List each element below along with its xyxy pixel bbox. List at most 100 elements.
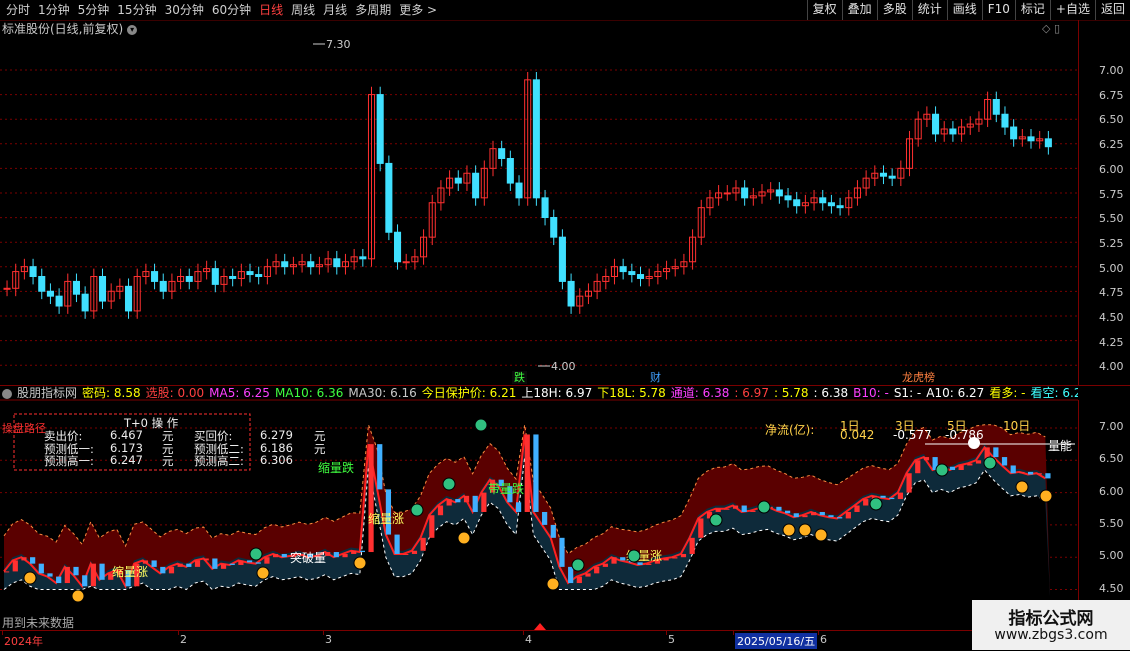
high2-value: 6.306: [260, 453, 293, 467]
indicator-value-8: 下18L: 5.78: [597, 386, 666, 400]
event-label-dragon-tiger[interactable]: 龙虎榜: [900, 371, 937, 384]
kline-chart[interactable]: 7.304.00缩量涨突破量缩量跌缩量涨带量跌缩量涨: [0, 0, 1130, 650]
candle-body: [532, 79, 540, 199]
high-label: 7.30: [326, 38, 351, 51]
sub-candle: [203, 558, 209, 561]
signal-label: 突破量: [290, 550, 326, 565]
candle-body: [333, 258, 341, 268]
candle-body: [558, 236, 566, 282]
sub-candle: [793, 513, 799, 518]
price-tick: 4.75: [1099, 286, 1124, 300]
flow-header-10d: 10日: [1003, 419, 1031, 433]
candle-body: [619, 266, 627, 273]
indicator-value-12: : 6.38: [813, 386, 849, 400]
sub-candle: [524, 434, 530, 512]
candle-body: [98, 276, 107, 302]
sub-candle: [689, 537, 695, 554]
sell-coin-icon: [709, 513, 723, 527]
sell-coin-icon: [627, 549, 641, 563]
sub-price-tick: 6.00: [1099, 484, 1124, 498]
indicator-value-17: 看空: 6.27: [1030, 386, 1078, 400]
candle-body: [46, 290, 54, 297]
sub-candle: [142, 560, 149, 564]
candle-body: [784, 195, 792, 201]
sub-candle: [255, 562, 261, 564]
indicator-menu-icon[interactable]: [2, 388, 12, 399]
sub-candle: [854, 505, 860, 512]
candle-body: [741, 187, 749, 199]
candle-body: [472, 172, 480, 199]
sub-candle: [663, 558, 669, 561]
sub-candle: [863, 499, 869, 506]
price-tick: 6.25: [1099, 138, 1124, 152]
sub-candle: [724, 508, 730, 510]
sub-candle: [958, 465, 964, 470]
t0-panel: T+0 操 作 操盘路径 卖出价: 6.467 元 买回价: 6.279 元 预…: [2, 413, 326, 471]
price-tick: 4.00: [1099, 360, 1124, 374]
time-tick: 2024年: [4, 635, 43, 648]
sub-candle: [90, 563, 96, 587]
sub-candle: [880, 495, 886, 498]
sell-coin-icon: [410, 503, 424, 517]
indicator-value-14: S1: -: [893, 386, 922, 400]
event-label-drop[interactable]: 跌: [512, 371, 527, 384]
price-tick: 6.75: [1099, 88, 1124, 102]
sub-candle: [646, 563, 652, 565]
buy-coin-icon: [814, 528, 828, 542]
sub-candle: [1027, 471, 1034, 475]
sub-candle: [672, 557, 678, 559]
sub-price-tick: 4.50: [1099, 581, 1124, 595]
sub-candle: [151, 560, 157, 567]
sub-candle: [559, 537, 565, 567]
buy-coin-icon: [457, 531, 471, 545]
buy-value: 6.279: [260, 428, 293, 442]
indicator-value-1: 密码: 8.58: [82, 386, 141, 400]
indicator-value-2: 选股: 0.00: [145, 386, 205, 400]
candle-body: [72, 280, 80, 295]
sell-coin-icon: [442, 477, 456, 491]
sell-coin-icon: [571, 558, 585, 572]
buy-coin-icon: [1015, 480, 1029, 494]
sub-candle: [515, 502, 522, 512]
event-label-finance[interactable]: 财: [648, 371, 663, 384]
candle-body: [246, 271, 254, 276]
candle-body: [185, 276, 193, 282]
sub-candle: [281, 553, 287, 558]
sub-candle: [429, 515, 435, 538]
buy-coin-icon: [798, 523, 812, 537]
candle-body: [1044, 138, 1052, 148]
sub-candle: [1001, 457, 1008, 466]
sub-price-tick: 5.50: [1099, 516, 1124, 530]
sub-candle: [550, 524, 556, 538]
candle-body: [793, 199, 801, 207]
sub-candle: [915, 460, 921, 474]
candle-body: [81, 293, 89, 312]
sub-candle: [186, 563, 192, 567]
candle-body: [55, 295, 63, 307]
sub-candle: [273, 553, 279, 558]
price-tick: 6.50: [1099, 113, 1124, 127]
sub-candle: [889, 497, 895, 500]
sub-candle: [1010, 465, 1016, 474]
candle-body: [541, 197, 549, 218]
time-tick: 3: [325, 633, 332, 646]
volume-platform-label: 量能: [1048, 439, 1073, 453]
candle-body: [454, 177, 462, 184]
high2-label: 预测高二:: [194, 454, 244, 468]
candle-body: [229, 276, 237, 279]
sub-candle: [784, 510, 791, 514]
time-tick: 2: [180, 633, 187, 646]
indicator-value-5: MA30: 6.16: [348, 386, 417, 400]
sub-candle: [741, 505, 747, 512]
flow-value-3d: -0.577: [893, 428, 932, 442]
time-axis: 2024年 2 3 4 5 2025/05/16/五 6: [0, 630, 1078, 651]
indicator-value-6: 今日保护价: 6.21: [421, 386, 517, 400]
sub-candle: [168, 566, 175, 574]
sub-candle: [611, 557, 617, 564]
price-tick: 6.00: [1099, 162, 1124, 176]
low2-unit: 元: [314, 442, 326, 456]
buy-coin-icon: [782, 523, 796, 537]
candle-body: [567, 280, 575, 307]
high1-label: 预测高一:: [44, 454, 94, 468]
buy-coin-icon: [71, 589, 85, 603]
